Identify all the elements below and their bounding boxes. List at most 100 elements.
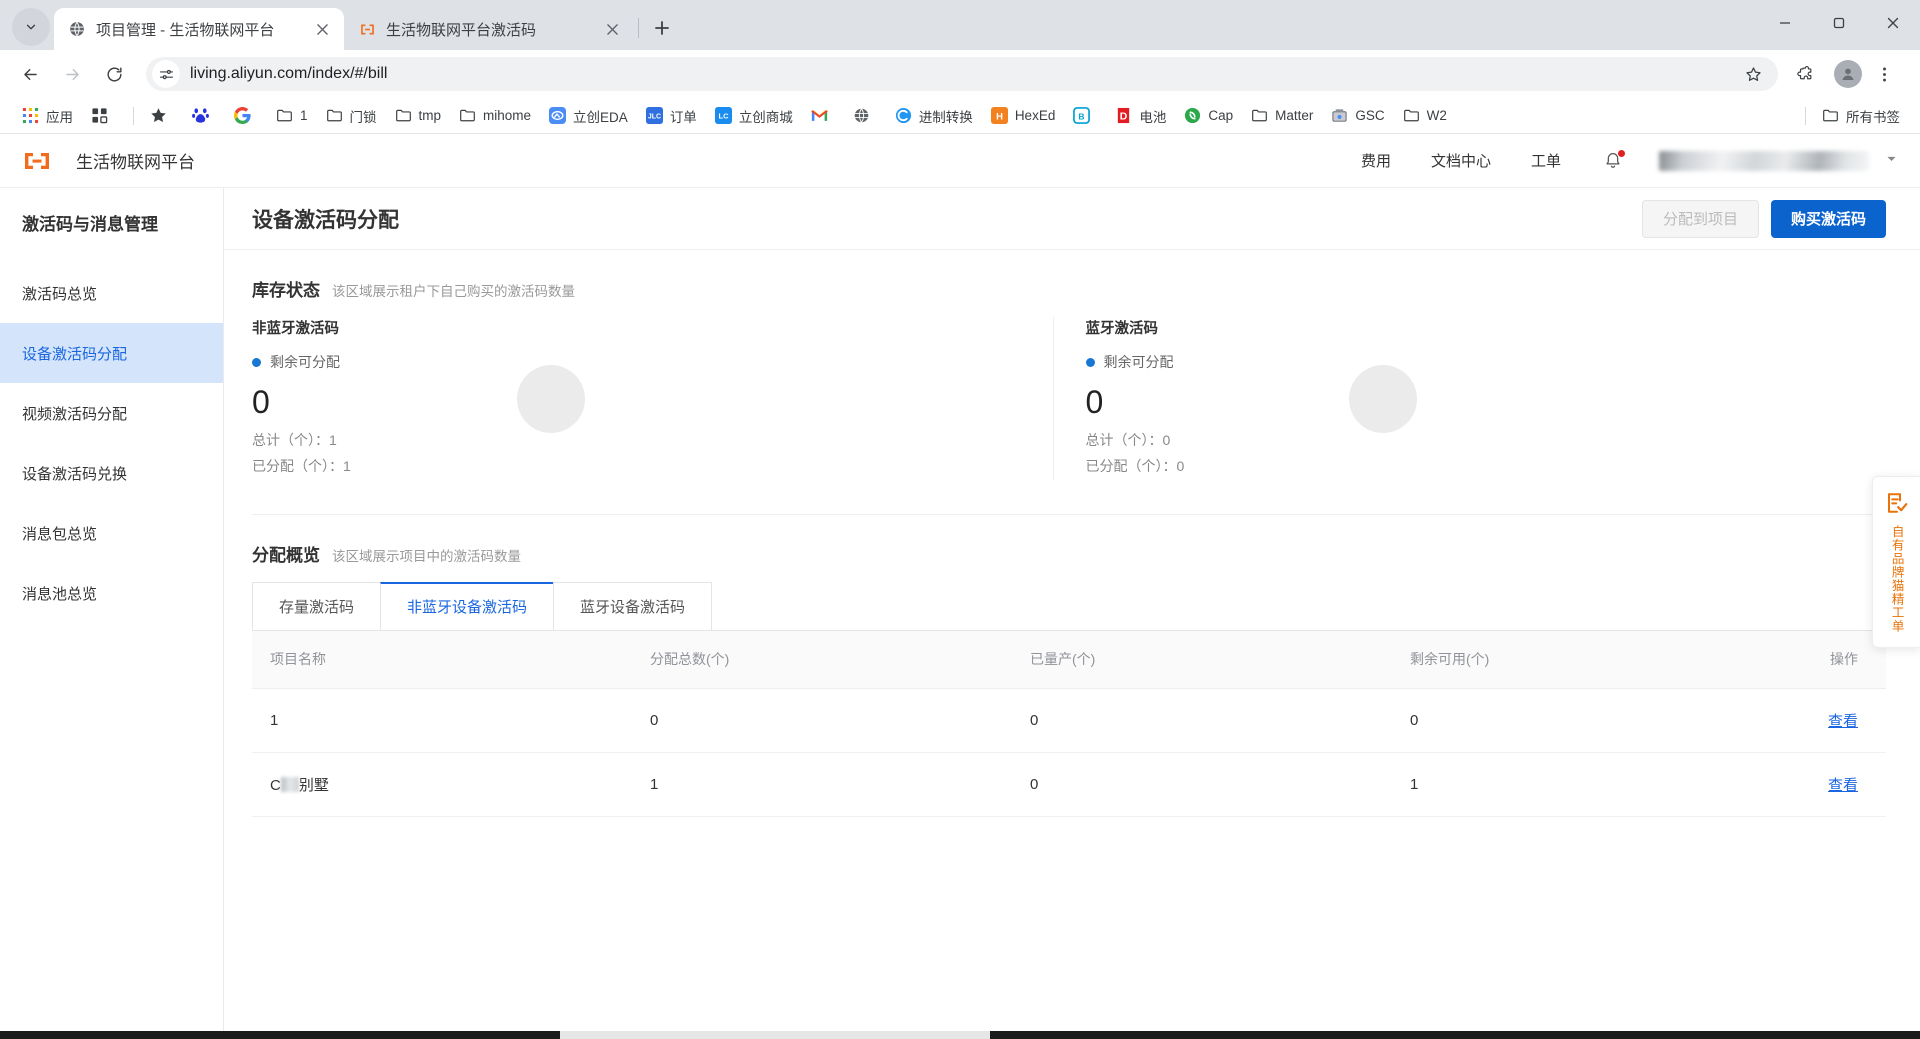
- tab-bluetooth-codes[interactable]: 蓝牙设备激活码: [553, 581, 713, 630]
- bookmark-jlc-order[interactable]: JLC 订单: [638, 103, 705, 129]
- view-link[interactable]: 查看: [1828, 713, 1858, 730]
- reload-button[interactable]: [96, 56, 132, 92]
- inventory-cards: 非蓝牙激活码 剩余可分配 0 总计（个）：1 已分配（个）：1 蓝牙激活码 剩余…: [252, 317, 1886, 480]
- assign-to-project-button[interactable]: 分配到项目: [1641, 199, 1759, 238]
- sidebar-item-device-code-redeem[interactable]: 设备激活码兑换: [0, 443, 223, 503]
- main-content: 设备激活码分配 分配到项目 购买激活码 库存状态 该区域展示租户下自己购买的激活…: [224, 188, 1920, 1039]
- buy-activation-code-button[interactable]: 购买激活码: [1770, 199, 1886, 238]
- brand-name: 生活物联网平台: [76, 153, 195, 172]
- sidebar-item-message-pool-overview[interactable]: 消息池总览: [0, 563, 223, 623]
- browser-toolbar: living.aliyun.com/index/#/bill: [0, 50, 1920, 98]
- bookmark-folder-tmp[interactable]: tmp: [387, 103, 450, 129]
- all-bookmarks-button[interactable]: 所有书签: [1814, 103, 1908, 129]
- bookmark-lceda[interactable]: 立创EDA: [541, 103, 636, 129]
- bookmark-baidu[interactable]: [184, 103, 224, 129]
- new-tab-button[interactable]: [645, 11, 679, 45]
- bookmark-apps[interactable]: 应用: [14, 103, 81, 129]
- tab-close-button[interactable]: [600, 17, 624, 41]
- card-allocated: 已分配（个）：1: [252, 457, 351, 474]
- tab-non-bluetooth-codes[interactable]: 非蓝牙设备激活码: [380, 581, 555, 630]
- site-settings-icon[interactable]: [152, 60, 180, 88]
- app-header: 生活物联网平台 费用 文档中心 工单: [0, 134, 1920, 188]
- lceda-icon: [549, 107, 567, 124]
- bookmark-google[interactable]: [226, 103, 266, 129]
- notification-button[interactable]: [1603, 149, 1625, 172]
- nav-item-docs[interactable]: 文档中心: [1431, 150, 1491, 171]
- bookmark-lcsc[interactable]: LC 立创商城: [707, 103, 801, 129]
- card-total: 总计（个）：1: [252, 432, 337, 448]
- browser-tab-1[interactable]: 生活物联网平台激活码: [344, 8, 634, 50]
- sidebar-item-device-code-allocation[interactable]: 设备激活码分配: [0, 323, 223, 383]
- bookmark-folder-menshuo[interactable]: 门锁: [318, 103, 385, 129]
- maximize-button[interactable]: [1812, 0, 1866, 46]
- nav-item-fees[interactable]: 费用: [1361, 150, 1391, 171]
- sidebar-item-video-code-allocation[interactable]: 视频激活码分配: [0, 383, 223, 443]
- address-bar[interactable]: living.aliyun.com/index/#/bill: [146, 57, 1778, 91]
- legend-dot-icon: [1085, 357, 1095, 367]
- gmail-icon: [811, 107, 828, 124]
- bookmark-converter[interactable]: 进制转换: [887, 103, 981, 129]
- bookmark-battery[interactable]: D 电池: [1107, 103, 1174, 129]
- aliyun-living-logo[interactable]: [22, 146, 52, 176]
- cell-action: 查看: [1766, 774, 1886, 795]
- cell-produced: 0: [1030, 775, 1039, 793]
- card-value: 0: [1085, 384, 1104, 420]
- chevron-down-icon: [26, 24, 36, 30]
- bookmark-label: Cap: [1208, 108, 1234, 123]
- chrome-menu-button[interactable]: [1866, 56, 1902, 92]
- bookmark-apps-squares[interactable]: [83, 103, 123, 129]
- column-header-action: 操作: [1830, 651, 1858, 668]
- floating-ticket-widget[interactable]: 自有品牌猫精工单: [1872, 476, 1920, 648]
- folder-icon: [1403, 107, 1420, 124]
- bookmark-gsc[interactable]: GSC: [1323, 103, 1392, 129]
- tab-search-button[interactable]: [12, 8, 50, 46]
- aliyun-living-icon: [358, 20, 376, 38]
- bookmark-globe[interactable]: [845, 103, 885, 129]
- bookmark-folder-w2[interactable]: W2: [1395, 103, 1455, 129]
- bookmark-folder-matter[interactable]: Matter: [1243, 103, 1321, 129]
- chevron-down-icon: [1885, 152, 1898, 170]
- bookmark-hexed[interactable]: H HexEd: [983, 103, 1064, 129]
- converter-icon: [895, 107, 912, 124]
- cell-total-allocated: 1: [650, 775, 659, 793]
- profile-avatar[interactable]: [1834, 60, 1862, 88]
- bookmark-label: 立创商城: [738, 109, 793, 125]
- sidebar-item-message-pack-overview[interactable]: 消息包总览: [0, 503, 223, 563]
- back-button[interactable]: [12, 56, 48, 92]
- bookmark-star-icon[interactable]: [1738, 59, 1768, 89]
- tab-stock-codes[interactable]: 存量激活码: [252, 581, 382, 630]
- forward-button[interactable]: [54, 56, 90, 92]
- inventory-card-non-bluetooth: 非蓝牙激活码 剩余可分配 0 总计（个）：1 已分配（个）：1: [252, 317, 1053, 480]
- jlc-icon: JLC: [645, 107, 663, 124]
- tab-close-button[interactable]: [310, 17, 334, 41]
- taskbar-block-left: [0, 1031, 560, 1039]
- table-row[interactable]: 1 0 0 0 查看: [252, 689, 1886, 753]
- cap-icon: [1184, 107, 1201, 124]
- close-window-button[interactable]: [1866, 0, 1920, 46]
- bookmark-label: 电池: [1139, 109, 1167, 125]
- omnibox-actions: [1736, 59, 1770, 89]
- hexed-icon: H: [990, 107, 1008, 124]
- card-title: 非蓝牙激活码: [252, 321, 339, 337]
- bookmark-gmail[interactable]: [803, 103, 843, 129]
- bookmark-star[interactable]: [142, 103, 182, 129]
- cell-remaining: 1: [1410, 775, 1419, 793]
- bookmark-label: W2: [1426, 108, 1447, 123]
- bookmark-bilibili[interactable]: B: [1065, 103, 1105, 129]
- card-value: 0: [252, 384, 270, 420]
- page-viewport: 生活物联网平台 费用 文档中心 工单 激活码与消息管理 激活码总览 设备激活码分…: [0, 134, 1920, 1039]
- extensions-button[interactable]: [1786, 56, 1822, 92]
- browser-tab-0[interactable]: 项目管理 - 生活物联网平台: [54, 8, 344, 50]
- account-menu[interactable]: [1659, 150, 1898, 171]
- bookmark-folder-mihome[interactable]: mihome: [451, 103, 539, 129]
- apps-grid-icon: [22, 107, 39, 124]
- bookmark-folder-1[interactable]: 1: [268, 103, 316, 129]
- bookmark-label: 订单: [669, 109, 697, 125]
- nav-item-tickets[interactable]: 工单: [1531, 150, 1561, 171]
- bookmark-cap[interactable]: Cap: [1176, 103, 1241, 129]
- table-row[interactable]: C 别墅 1 0 1 查看: [252, 753, 1886, 817]
- view-link[interactable]: 查看: [1828, 777, 1858, 794]
- minimize-button[interactable]: [1758, 0, 1812, 46]
- sidebar-item-code-overview[interactable]: 激活码总览: [0, 263, 223, 323]
- browser-tab-title: 生活物联网平台激活码: [386, 21, 537, 39]
